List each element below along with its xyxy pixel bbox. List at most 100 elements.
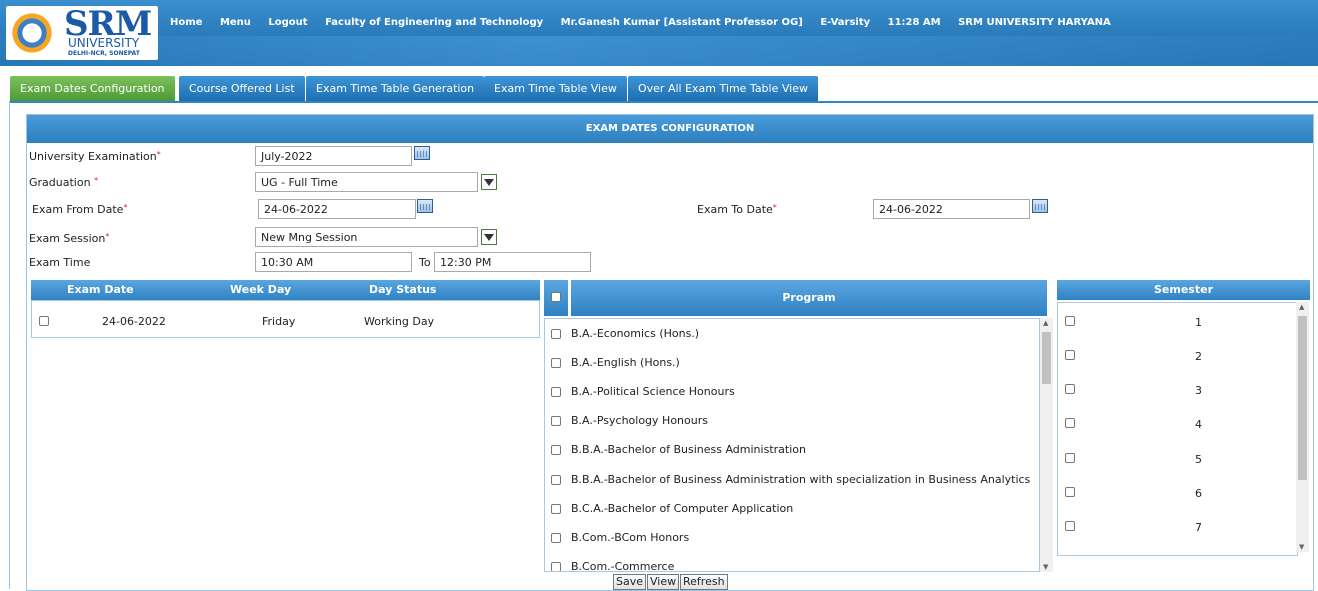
- dropdown-arrow-icon[interactable]: [481, 174, 497, 190]
- semester-item: 5: [1195, 453, 1202, 466]
- semester-item: 2: [1195, 350, 1202, 363]
- program-checkbox[interactable]: [551, 416, 561, 426]
- app-header: SRM UNIVERSITY DELHI-NCR, SONEPAT Home M…: [0, 0, 1318, 68]
- university-exam-field[interactable]: July-2022: [255, 146, 412, 166]
- graduation-label-text: Graduation: [29, 176, 91, 189]
- scroll-thumb[interactable]: [1042, 332, 1051, 384]
- tab-exam-time-table-view[interactable]: Exam Time Table View: [484, 76, 627, 101]
- program-item: B.Com.-Commerce: [571, 560, 675, 572]
- srm-logo: SRM UNIVERSITY DELHI-NCR, SONEPAT: [6, 4, 158, 60]
- scroll-down-icon[interactable]: ▼: [1299, 543, 1304, 551]
- program-item: B.A.-Economics (Hons.): [571, 327, 700, 340]
- program-checkbox[interactable]: [551, 445, 561, 455]
- calendar-icon[interactable]: [414, 146, 430, 160]
- scroll-up-icon[interactable]: ▲: [1299, 303, 1304, 311]
- scroll-up-icon[interactable]: ▲: [1043, 319, 1048, 327]
- save-button[interactable]: Save: [613, 574, 647, 590]
- panel-title: EXAM DATES CONFIGURATION: [27, 115, 1313, 143]
- nav-evarsity[interactable]: E-Varsity: [820, 17, 870, 28]
- program-checkbox[interactable]: [551, 475, 561, 485]
- graduation-label: Graduation *: [29, 176, 98, 189]
- exam-from-label-text: Exam From Date: [32, 203, 124, 216]
- exam-to-date-field[interactable]: 24-06-2022: [873, 199, 1030, 219]
- top-nav: Home Menu Logout Faculty of Engineering …: [170, 17, 1125, 28]
- required-mark: *: [105, 232, 110, 241]
- required-mark: *: [94, 176, 99, 185]
- exam-time-label: Exam Time: [29, 256, 91, 269]
- tab-exam-dates-configuration[interactable]: Exam Dates Configuration: [10, 76, 175, 101]
- semester-checkbox[interactable]: [1065, 521, 1075, 531]
- exam-from-label: Exam From Date*: [32, 203, 127, 216]
- semester-list: 1 2 3 4 5 6 7: [1057, 302, 1298, 556]
- program-header: Program: [571, 280, 1047, 316]
- program-item: B.B.A.-Bachelor of Business Administrati…: [571, 443, 806, 456]
- exam-session-label: Exam Session*: [29, 232, 109, 245]
- exam-time-to-field[interactable]: 12:30 PM: [434, 252, 591, 272]
- semester-checkbox[interactable]: [1065, 487, 1075, 497]
- program-item: B.A.-English (Hons.): [571, 356, 680, 369]
- exam-time-from-field[interactable]: 10:30 AM: [255, 252, 412, 272]
- program-scrollbar[interactable]: ▲ ▼: [1040, 318, 1053, 572]
- program-item: B.Com.-BCom Honors: [571, 531, 690, 544]
- program-checkbox[interactable]: [551, 562, 561, 571]
- required-mark: *: [156, 150, 161, 159]
- semester-checkbox[interactable]: [1065, 384, 1075, 394]
- to-label: To: [419, 256, 431, 269]
- day-status-cell: Working Day: [364, 315, 435, 328]
- date-row-checkbox[interactable]: [39, 316, 49, 326]
- nav-logout[interactable]: Logout: [268, 17, 307, 28]
- program-list: B.A.-Economics (Hons.) B.A.-English (Hon…: [544, 318, 1040, 572]
- nav-university: SRM UNIVERSITY HARYANA: [958, 17, 1111, 28]
- view-button[interactable]: View: [647, 574, 680, 590]
- weekday-cell: Friday: [262, 315, 296, 328]
- semester-checkbox[interactable]: [1065, 453, 1075, 463]
- exam-to-label: Exam To Date*: [697, 203, 777, 216]
- select-all-programs-checkbox[interactable]: [551, 292, 561, 302]
- program-checkbox[interactable]: [551, 329, 561, 339]
- semester-checkbox[interactable]: [1065, 316, 1075, 326]
- nav-home[interactable]: Home: [170, 17, 202, 28]
- graduation-select[interactable]: UG - Full Time: [255, 172, 478, 192]
- university-exam-label-text: University Examination: [29, 150, 157, 163]
- semester-item: 3: [1195, 384, 1202, 397]
- semester-checkbox[interactable]: [1065, 418, 1075, 428]
- calendar-icon[interactable]: [1032, 199, 1048, 213]
- semester-item: 1: [1195, 316, 1202, 329]
- scroll-down-icon[interactable]: ▼: [1043, 563, 1048, 571]
- exam-from-date-field[interactable]: 24-06-2022: [258, 199, 416, 219]
- program-checkbox[interactable]: [551, 504, 561, 514]
- semester-item: 7: [1195, 521, 1202, 534]
- semester-checkbox[interactable]: [1065, 350, 1075, 360]
- tab-exam-time-table-generation[interactable]: Exam Time Table Generation: [306, 76, 485, 101]
- calendar-icon[interactable]: [417, 199, 433, 213]
- refresh-button[interactable]: Refresh: [680, 574, 728, 590]
- header-band: [0, 36, 1318, 66]
- tab-overall-exam-time-table-view[interactable]: Over All Exam Time Table View: [628, 76, 818, 101]
- program-item: B.A.-Psychology Honours: [571, 414, 708, 427]
- program-checkbox[interactable]: [551, 358, 561, 368]
- program-item: B.A.-Political Science Honours: [571, 385, 735, 398]
- nav-user: Mr.Ganesh Kumar [Assistant Professor OG]: [560, 17, 803, 28]
- required-mark: *: [772, 203, 777, 212]
- tab-bar: Exam Dates Configuration Course Offered …: [10, 76, 1318, 103]
- semester-header: Semester: [1057, 280, 1310, 300]
- program-checkbox[interactable]: [551, 533, 561, 543]
- logo-subtext: UNIVERSITY: [68, 36, 140, 50]
- program-checkbox[interactable]: [551, 387, 561, 397]
- university-exam-label: University Examination*: [29, 150, 161, 163]
- semester-item: 6: [1195, 487, 1202, 500]
- date-cell: 24-06-2022: [102, 315, 166, 328]
- program-item: B.C.A.-Bachelor of Computer Application: [571, 502, 794, 515]
- dates-table-header: Exam Date Week Day Day Status: [31, 280, 540, 300]
- tab-course-offered-list[interactable]: Course Offered List: [179, 76, 305, 101]
- nav-menu[interactable]: Menu: [220, 17, 251, 28]
- col-exam-date: Exam Date: [67, 283, 134, 296]
- university-emblem-icon: [10, 11, 54, 55]
- logo-location: DELHI-NCR, SONEPAT: [68, 50, 140, 57]
- semester-scrollbar[interactable]: ▲ ▼: [1296, 302, 1309, 552]
- dropdown-arrow-icon[interactable]: [481, 229, 497, 245]
- exam-session-select[interactable]: New Mng Session: [255, 227, 478, 247]
- exam-session-label-text: Exam Session: [29, 232, 106, 245]
- scroll-thumb[interactable]: [1298, 316, 1307, 480]
- required-mark: *: [123, 203, 128, 212]
